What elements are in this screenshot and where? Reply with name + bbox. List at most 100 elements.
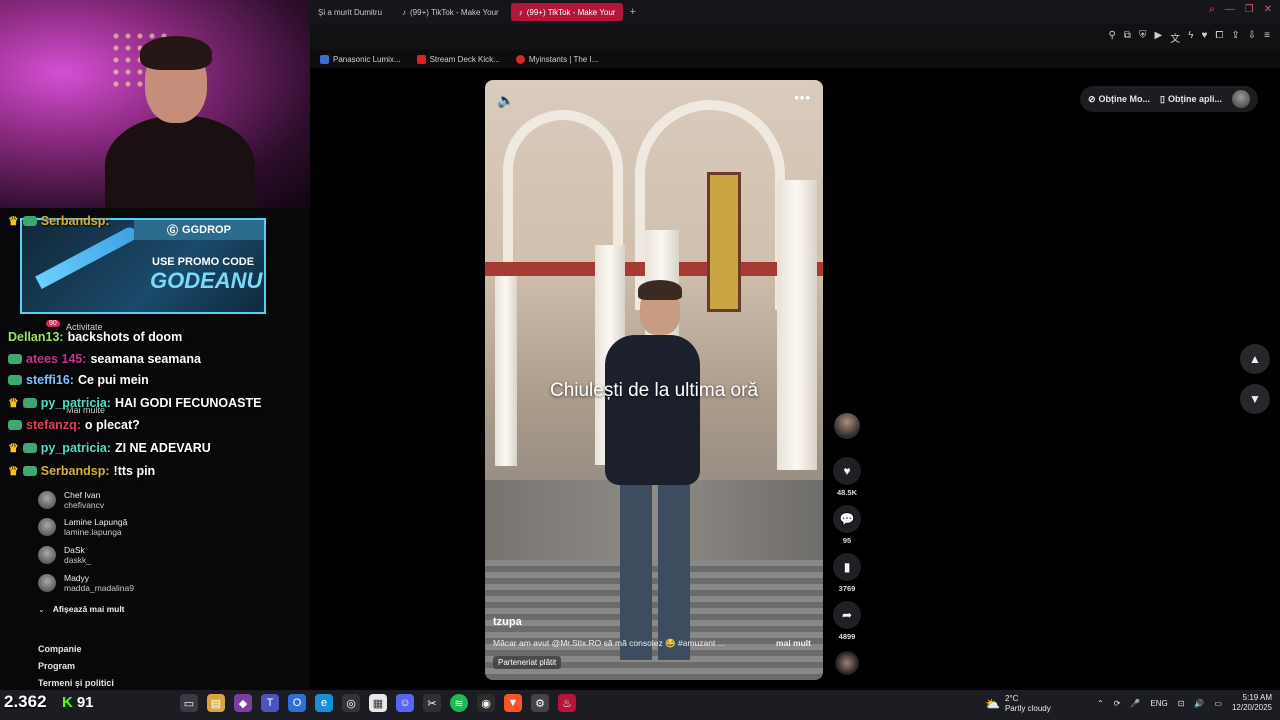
footer-company[interactable]: Companie [38,644,82,654]
get-app-button[interactable]: ▯ Obține apli... [1160,94,1222,105]
close-icon[interactable]: ✕ [1264,4,1272,15]
chat-message: Dellan13: backshots of doom [8,330,308,344]
music-disc[interactable] [835,651,859,675]
sync-icon[interactable]: ⟳ [1114,699,1121,708]
activity-badge: 90 [46,320,60,327]
profile-avatar[interactable] [1232,90,1250,108]
bookmark-3[interactable]: Myinstants | The I... [515,54,599,64]
viewer-count: 2.362 [4,692,47,711]
battery-icon[interactable]: ▭ [1214,699,1222,708]
minimize-icon[interactable]: — [1225,4,1235,15]
following-item[interactable]: DaSk daskk_ [38,545,91,565]
video-author[interactable]: tzupa [493,616,522,628]
bookmark-favicon [320,54,329,64]
more-options-icon[interactable]: ••• [794,90,811,105]
comment-button[interactable]: 💬 [833,505,861,533]
following-item[interactable]: Madyy madda_madalina9 [38,573,134,593]
person-body [605,335,700,485]
youtube-icon [416,54,426,64]
obs-icon[interactable]: ◉ [477,694,495,712]
capcut-icon[interactable]: ✂ [423,694,441,712]
comment-count: 95 [842,536,852,545]
upload-icon[interactable]: ⇪ [1231,30,1239,45]
task-view-icon[interactable]: ▭ [180,694,198,712]
microphone-icon[interactable]: 🎤 [1130,699,1140,708]
get-coins-label: Obține Mo... [1098,94,1151,104]
share-button[interactable]: ➦ [833,601,861,629]
file-explorer-icon[interactable]: ▤ [207,694,225,712]
video-actions: ♥ 48.5K 💬 95 ▮ 3769 ➦ 4899 [830,413,864,675]
language-indicator[interactable]: ENG [1150,699,1167,708]
following-item[interactable]: Chef Ivan chefivancv [38,490,104,510]
streamer-hair [140,36,212,70]
comment-icon: 💬 [839,512,855,526]
video-player[interactable]: 🔈 ••• Chiulești de la ultima oră tzupa M… [485,80,823,680]
tab-2[interactable]: ♪ (99+) TikTok - Make Your [394,3,507,21]
browser-toolbar: ⚲ ⧉ ⛨ ▶ 文 ϟ ♥ ⧠ ⇪ ⇩ ≡ [310,24,1280,50]
share-count: 4899 [838,632,856,641]
bookmark-2[interactable]: Stream Deck Kick... [416,54,500,64]
clock[interactable]: 5:19 AM 12/20/2025 [1232,693,1272,713]
network-icon[interactable]: ⊡ [1178,699,1185,708]
play-icon[interactable]: ▶ [1154,30,1162,45]
tiktok-icon: ♪ [402,7,407,17]
following-text: Madyy madda_madalina9 [64,573,134,593]
creator-avatar[interactable] [834,413,860,439]
teams-icon[interactable]: T [261,694,279,712]
chat-text: HAI GODI FECUNOASTE [114,396,262,410]
volume-icon[interactable]: 🔊 [1194,699,1204,708]
like-button[interactable]: ♥ [833,457,861,485]
chat-message: ♛ py_patricia: HAI GODI FECUNOASTE [8,396,308,410]
chat-text: seamana seamana [90,352,201,366]
footer-terms[interactable]: Termeni și politici [38,678,114,688]
bolt-icon[interactable]: ϟ [1188,30,1193,45]
spotify-icon[interactable]: ≋ [450,694,468,712]
footer-program[interactable]: Program [38,661,75,671]
show-more-button[interactable]: ⌄ Afișează mai mult [38,604,125,614]
partly-cloudy-icon: ⛅ [985,697,1000,711]
following-username: chefivancv [64,500,105,510]
edge-icon[interactable]: e [315,694,333,712]
video-description: Măcar am avut @Mr.Stix.RO să mă consolez… [493,638,725,648]
chat-username: Dellan13: [8,330,64,344]
chevron-up-icon[interactable]: ⌃ [1097,699,1104,708]
download-icon[interactable]: ⇩ [1248,30,1256,45]
new-tab-button[interactable]: + [629,6,635,18]
store-icon[interactable]: ▦ [369,694,387,712]
save-button[interactable]: ▮ [833,553,861,581]
tab-3[interactable]: ♪ (99+) TikTok - Make Your [510,3,624,21]
pin-icon[interactable]: ⚲ [1108,30,1115,45]
following-item[interactable]: Lamine Lapungă lamine.lapunga [38,517,127,537]
bookmark-3-label: Myinstants | The I... [528,54,599,64]
following-name: DaSk [64,545,85,555]
get-coins-button[interactable]: ⊘ Obține Mo... [1088,94,1150,105]
tab-1[interactable]: Și a murit Dumitru [310,3,390,21]
translate-icon[interactable]: 文 [1170,30,1180,45]
bookmark-1[interactable]: Panasonic Lumix... [320,54,401,64]
settings-app-icon[interactable]: ◎ [342,694,360,712]
extensions-icon[interactable]: ⧠ [1215,30,1223,45]
heart-icon[interactable]: ♥ [1201,30,1207,45]
outlook-icon[interactable]: O [288,694,306,712]
snapshot-icon[interactable]: ⧉ [1124,30,1131,45]
more-link[interactable]: mai mult [776,638,811,648]
screen: ⊘ Obține Mo... ▯ Obține apli... ▲ ▼ 🔈 ••… [0,0,1280,720]
next-video-button[interactable]: ▼ [1240,384,1270,414]
weather-widget[interactable]: ⛅ 2°C Partly cloudy [985,694,1051,714]
volume-icon[interactable]: 🔈 [497,92,514,109]
following-username: daskk_ [64,555,91,565]
previous-video-button[interactable]: ▲ [1240,344,1270,374]
gear-icon[interactable]: ⚙ [531,694,549,712]
app-icon[interactable]: ◆ [234,694,252,712]
search-icon[interactable]: ⌕ [1209,4,1215,15]
discord-icon[interactable]: ☺ [396,694,414,712]
menu-icon[interactable]: ≡ [1264,30,1270,45]
brave-icon[interactable]: ▼ [504,694,522,712]
streamer-body [105,115,255,208]
following-username: lamine.lapunga [64,527,122,537]
maximize-icon[interactable]: ❐ [1245,4,1254,15]
promo-banner: Ⓖ GGDROP USE PROMO CODE GODEANU [20,218,266,314]
steam-icon[interactable]: ♨ [558,694,576,712]
coin-icon: ⊘ [1087,93,1096,104]
shield-icon[interactable]: ⛨ [1139,30,1147,45]
